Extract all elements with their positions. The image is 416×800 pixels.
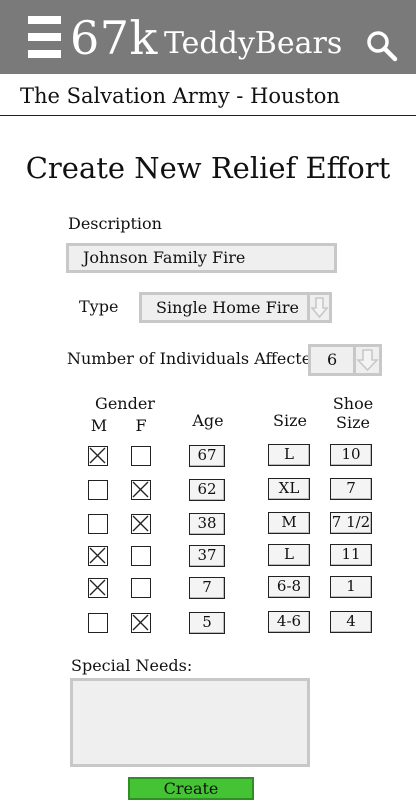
shoe-size-header-line2: Size — [336, 413, 370, 432]
description-input[interactable]: Johnson Family Fire — [66, 243, 337, 273]
size-header: Size — [273, 411, 307, 430]
individuals-count-value: 6 — [327, 350, 338, 369]
female-checkbox[interactable] — [131, 514, 151, 534]
shoe-size-field[interactable]: 7 — [330, 478, 372, 500]
hamburger-menu-icon[interactable] — [28, 16, 61, 58]
age-header: Age — [192, 411, 224, 430]
age-field[interactable]: 7 — [189, 577, 225, 599]
female-checkbox[interactable] — [131, 613, 151, 633]
dropdown-arrow-icon[interactable] — [353, 347, 379, 373]
age-field[interactable]: 62 — [189, 479, 225, 501]
age-field[interactable]: 5 — [189, 612, 225, 634]
size-field[interactable]: 6-8 — [268, 576, 310, 598]
gender-header: Gender — [95, 394, 155, 413]
shoe-size-header-line1: Shoe — [332, 394, 374, 413]
male-checkbox[interactable] — [88, 613, 108, 633]
type-label: Type — [79, 297, 119, 316]
dropdown-arrow-icon[interactable] — [307, 295, 329, 320]
male-header: M — [90, 416, 108, 435]
create-button[interactable]: Create — [128, 777, 254, 800]
shoe-size-field[interactable]: 11 — [330, 544, 372, 566]
male-checkbox[interactable] — [88, 514, 108, 534]
page-title: Create New Relief Effort — [25, 151, 391, 185]
organization-name: The Salvation Army - Houston — [20, 84, 340, 108]
shoe-size-field[interactable]: 1 — [330, 576, 372, 598]
female-checkbox[interactable] — [131, 446, 151, 466]
divider — [0, 115, 416, 116]
size-field[interactable]: XL — [268, 478, 310, 500]
special-needs-label: Special Needs: — [71, 656, 193, 675]
logo-name: TeddyBears — [164, 26, 343, 61]
special-needs-textarea[interactable] — [70, 678, 310, 767]
shoe-size-field[interactable]: 4 — [330, 611, 372, 633]
type-select-value: Single Home Fire — [156, 298, 299, 317]
shoe-size-field[interactable]: 7 1/2 — [330, 512, 372, 534]
male-checkbox[interactable] — [88, 546, 108, 566]
search-icon[interactable] — [366, 30, 398, 62]
size-field[interactable]: M — [268, 512, 310, 534]
individuals-count-select[interactable]: 6 — [308, 344, 382, 376]
age-field[interactable]: 37 — [189, 545, 225, 567]
type-select[interactable]: Single Home Fire — [139, 292, 332, 323]
shoe-size-field[interactable]: 10 — [330, 444, 372, 466]
age-field[interactable]: 67 — [189, 445, 225, 467]
age-field[interactable]: 38 — [189, 513, 225, 535]
male-checkbox[interactable] — [88, 578, 108, 598]
logo-number: 67k — [70, 11, 158, 65]
individuals-label: Number of Individuals Affected — [67, 349, 322, 368]
size-field[interactable]: L — [268, 544, 310, 566]
female-checkbox[interactable] — [131, 480, 151, 500]
female-header: F — [135, 416, 147, 435]
description-label: Description — [68, 214, 162, 233]
size-field[interactable]: 4-6 — [268, 611, 310, 633]
male-checkbox[interactable] — [88, 480, 108, 500]
size-field[interactable]: L — [268, 444, 310, 466]
female-checkbox[interactable] — [131, 546, 151, 566]
male-checkbox[interactable] — [88, 446, 108, 466]
female-checkbox[interactable] — [131, 578, 151, 598]
